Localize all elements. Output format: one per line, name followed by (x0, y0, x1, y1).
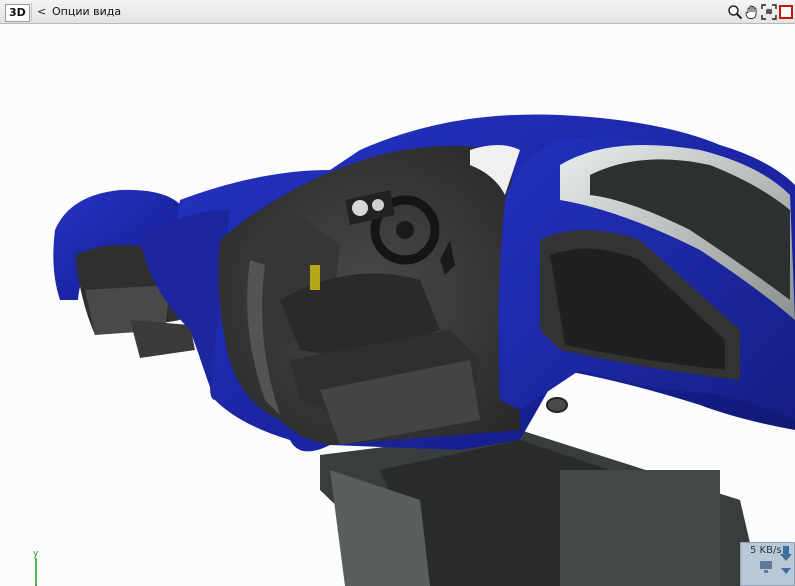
download-arrow-icon[interactable] (780, 545, 792, 565)
chevron-down-icon[interactable] (781, 567, 791, 575)
axis-gizmo: y x z (33, 549, 39, 586)
underbody (320, 430, 760, 586)
viewer-toolbar: 3D < Опции вида (0, 0, 795, 24)
3d-mode-button[interactable]: 3D (5, 4, 30, 22)
view-options-title[interactable]: Опции вида (52, 4, 121, 20)
toolbar-divider (31, 3, 32, 21)
pan-hand-icon[interactable] (744, 4, 760, 20)
y-axis-label: y (33, 549, 39, 559)
monitor-icon (760, 561, 772, 573)
network-speed-widget[interactable]: 5 KB/s (740, 542, 795, 586)
3d-viewport[interactable]: y x z (0, 24, 795, 586)
zoom-icon[interactable] (727, 4, 743, 20)
back-button[interactable]: < (37, 4, 46, 20)
open-door (498, 137, 795, 420)
network-speed-text: 5 KB/s (750, 545, 782, 556)
close-icon[interactable] (778, 4, 794, 20)
fit-view-icon[interactable] (761, 4, 777, 20)
car-model-render[interactable] (0, 24, 795, 586)
